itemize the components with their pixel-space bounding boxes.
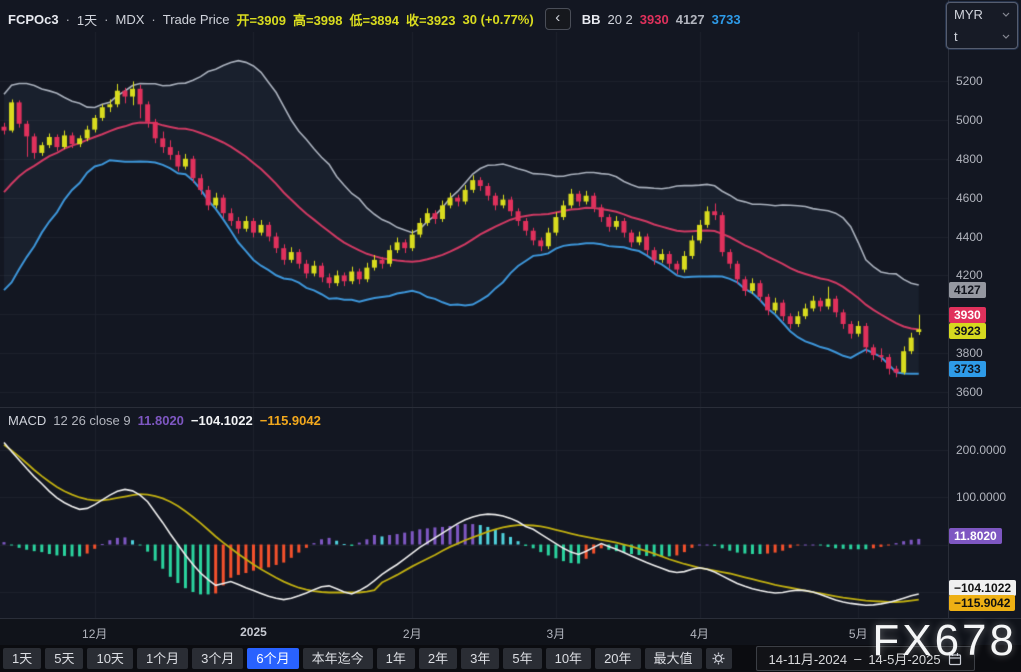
macd-hist-value: 11.8020 bbox=[138, 413, 184, 428]
interval-label[interactable]: 1天 bbox=[77, 10, 97, 29]
price-badge: 3733 bbox=[949, 361, 986, 377]
range-toolbar: 1天5天10天1个月3个月6个月本年迄今1年2年3年5年10年20年最大值 14-… bbox=[0, 645, 1021, 672]
symbol-legend-row: FCPOc3 · 1天 · MDX · Trade Price 开=3909 高… bbox=[8, 8, 741, 30]
unit-selector-box: MYR t bbox=[946, 2, 1018, 49]
price-tick-label: 3600 bbox=[956, 385, 983, 399]
price-badge: −115.9042 bbox=[949, 595, 1015, 611]
time-axis-separator bbox=[0, 618, 1021, 619]
change-value: 30 (+0.77%) bbox=[463, 12, 534, 27]
time-axis-label: 4月 bbox=[690, 625, 709, 642]
range-button-20年[interactable]: 20年 bbox=[595, 648, 640, 669]
ohlc-low: 低=3894 bbox=[349, 10, 399, 29]
chevron-down-icon bbox=[1002, 12, 1010, 17]
date-range-field[interactable]: 14-11月-2024–14-5月-2025 bbox=[756, 646, 975, 671]
time-axis[interactable]: 12月 2025 2月 3月 4月 5月 bbox=[0, 619, 1021, 645]
time-axis-label: 3月 bbox=[547, 625, 566, 642]
currency-value: MYR bbox=[954, 7, 983, 22]
collapse-legend-button[interactable]: ‹ bbox=[545, 8, 571, 30]
price-tick-label: 4400 bbox=[956, 230, 983, 244]
pane-separator[interactable] bbox=[0, 407, 1021, 408]
price-badge: 3923 bbox=[949, 323, 986, 339]
currency-dropdown[interactable]: MYR bbox=[947, 3, 1017, 25]
price-tick-label: 4800 bbox=[956, 152, 983, 166]
price-badge: 11.8020 bbox=[949, 528, 1002, 544]
time-axis-label: 2025 bbox=[240, 625, 267, 639]
price-badge: −104.1022 bbox=[949, 580, 1016, 596]
bb-indicator-name[interactable]: BB bbox=[582, 12, 601, 27]
macd-signal-value: −115.9042 bbox=[260, 413, 321, 428]
series-type-label: Trade Price bbox=[163, 12, 230, 27]
calendar-icon bbox=[948, 652, 962, 666]
date-to: 14-5月-2025 bbox=[868, 649, 940, 668]
unit-dropdown[interactable]: t bbox=[947, 25, 1017, 47]
price-tick-label: 4200 bbox=[956, 268, 983, 282]
price-badge: 3930 bbox=[949, 307, 986, 323]
range-button-1年[interactable]: 1年 bbox=[377, 648, 415, 669]
range-button-5年[interactable]: 5年 bbox=[503, 648, 541, 669]
exchange-label: MDX bbox=[116, 12, 145, 27]
unit-value: t bbox=[954, 29, 958, 44]
range-button-最大值[interactable]: 最大值 bbox=[645, 648, 702, 669]
macd-legend-row: MACD 12 26 close 9 11.8020 −104.1022 −11… bbox=[8, 413, 321, 428]
macd-tick-label: 200.0000 bbox=[956, 443, 1006, 457]
bb-upper-value: 4127 bbox=[676, 12, 705, 27]
date-from: 14-11月-2024 bbox=[769, 649, 848, 668]
chevron-down-icon bbox=[1002, 34, 1010, 39]
price-axis[interactable]: 5200 5000 4800 4600 4400 4200 3800 3600 200.0000… bbox=[949, 0, 1021, 618]
macd-chart-canvas[interactable] bbox=[0, 408, 948, 618]
time-axis-label: 5月 bbox=[849, 625, 868, 642]
date-separator: – bbox=[854, 651, 861, 666]
ohlc-close: 收=3923 bbox=[406, 10, 456, 29]
range-button-1个月[interactable]: 1个月 bbox=[137, 648, 188, 669]
range-button-3个月[interactable]: 3个月 bbox=[192, 648, 243, 669]
price-tick-label: 3800 bbox=[956, 346, 983, 360]
ohlc-high: 高=3998 bbox=[293, 10, 343, 29]
gear-icon bbox=[712, 652, 725, 665]
chevron-left-icon: ‹ bbox=[555, 9, 560, 26]
price-tick-label: 5200 bbox=[956, 74, 983, 88]
macd-tick-label: 100.0000 bbox=[956, 490, 1006, 504]
ohlc-open: 开=3909 bbox=[236, 10, 286, 29]
separator-dot: · bbox=[151, 12, 155, 27]
range-button-5天[interactable]: 5天 bbox=[45, 648, 83, 669]
range-button-1天[interactable]: 1天 bbox=[3, 648, 41, 669]
macd-params: 12 26 close 9 bbox=[53, 413, 130, 428]
price-tick-label: 4600 bbox=[956, 191, 983, 205]
macd-indicator-name[interactable]: MACD bbox=[8, 413, 46, 428]
separator-dot: · bbox=[66, 12, 70, 27]
price-badge: 4127 bbox=[949, 282, 986, 298]
trading-chart-app: FCPOc3 · 1天 · MDX · Trade Price 开=3909 高… bbox=[0, 0, 1021, 672]
price-tick-label: 5000 bbox=[956, 113, 983, 127]
time-axis-label: 12月 bbox=[82, 625, 107, 642]
bb-basis-value: 3930 bbox=[640, 12, 669, 27]
bb-lower-value: 3733 bbox=[712, 12, 741, 27]
range-button-本年迄今[interactable]: 本年迄今 bbox=[303, 648, 373, 669]
separator-dot: · bbox=[104, 12, 108, 27]
price-chart-canvas[interactable] bbox=[0, 32, 948, 408]
range-button-2年[interactable]: 2年 bbox=[419, 648, 457, 669]
range-button-10天[interactable]: 10天 bbox=[87, 648, 132, 669]
macd-line-value: −104.1022 bbox=[191, 413, 253, 428]
range-button-3年[interactable]: 3年 bbox=[461, 648, 499, 669]
settings-button[interactable] bbox=[706, 648, 732, 669]
symbol-name[interactable]: FCPOc3 bbox=[8, 12, 59, 27]
time-axis-label: 2月 bbox=[403, 625, 422, 642]
range-button-6个月[interactable]: 6个月 bbox=[247, 648, 298, 669]
range-button-10年[interactable]: 10年 bbox=[546, 648, 591, 669]
bb-params: 20 2 bbox=[607, 12, 632, 27]
